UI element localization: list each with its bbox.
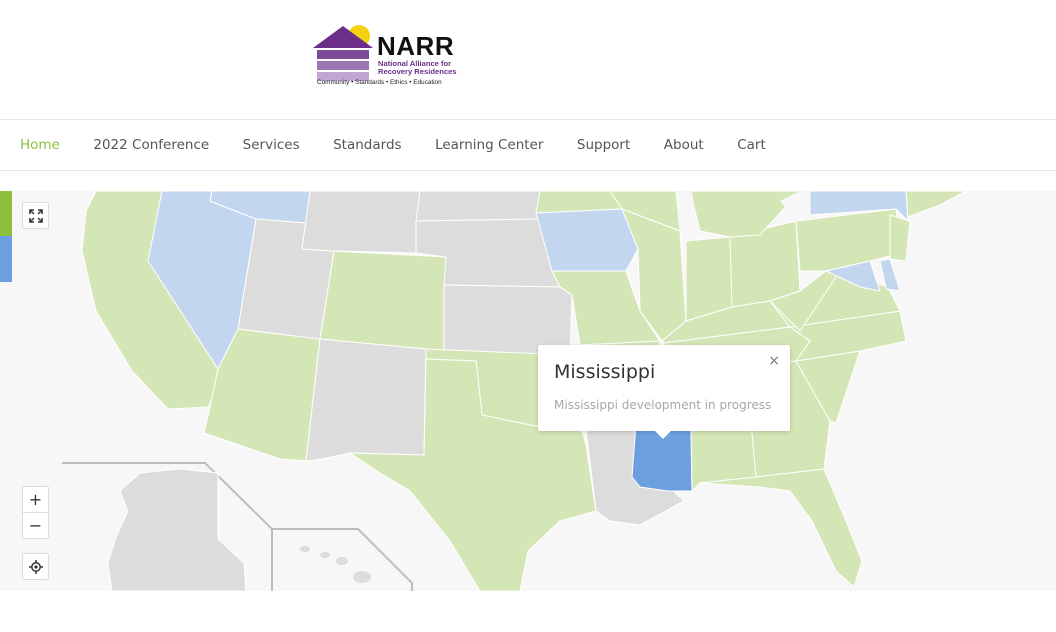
state-south-dakota[interactable] [415, 191, 541, 222]
logo-subtitle: National Alliance for Recovery Residence… [378, 59, 457, 76]
nav-item-home[interactable]: Home [20, 137, 60, 153]
nav-item-standards[interactable]: Standards [333, 137, 401, 153]
crosshair-icon [28, 559, 43, 574]
legend-tab-blue[interactable] [0, 236, 12, 282]
state-new-jersey[interactable] [889, 214, 911, 262]
nav-item-learning-center[interactable]: Learning Center [435, 137, 543, 153]
legend-tab-green[interactable] [0, 191, 12, 236]
map-svg[interactable] [0, 191, 1056, 591]
state-tooltip: Mississippi Mississippi development in p… [538, 345, 790, 439]
nav-item-support[interactable]: Support [577, 137, 630, 153]
expand-icon [28, 208, 43, 223]
state-wyoming[interactable] [301, 191, 421, 254]
logo-tagline: Community • Standards • Ethics • Educati… [317, 79, 442, 86]
main-nav: Home 2022 Conference Services Standards … [0, 119, 1056, 171]
tooltip-title: Mississippi [554, 361, 656, 383]
house-logo-icon [313, 25, 373, 81]
nav-item-cart[interactable]: Cart [737, 137, 766, 153]
nav-list: Home 2022 Conference Services Standards … [20, 120, 799, 170]
state-alaska[interactable] [107, 468, 247, 591]
state-new-england[interactable] [905, 191, 967, 218]
state-colorado[interactable] [319, 250, 447, 352]
state-new-mexico[interactable] [305, 338, 427, 462]
zoom-in-button[interactable]: + [22, 486, 49, 513]
state-indiana[interactable] [685, 236, 733, 322]
fullscreen-button[interactable] [22, 202, 49, 229]
state-florida[interactable] [699, 468, 863, 588]
logo-title: NARR [377, 31, 455, 61]
nav-item-conference[interactable]: 2022 Conference [93, 137, 209, 153]
center-map-button[interactable] [22, 553, 49, 580]
state-hawaii-1[interactable] [300, 546, 310, 552]
tooltip-text: Mississippi development in progress [554, 398, 772, 412]
nav-item-about[interactable]: About [664, 137, 704, 153]
us-states-map[interactable] [0, 191, 1056, 591]
close-icon[interactable]: × [768, 353, 780, 369]
state-hawaii-2[interactable] [320, 552, 330, 558]
nav-item-services[interactable]: Services [243, 137, 300, 153]
state-hawaii-4[interactable] [353, 571, 371, 583]
state-iowa[interactable] [535, 208, 639, 272]
state-hawaii-3[interactable] [336, 557, 348, 565]
narr-logo[interactable]: NARR National Alliance for Recovery Resi… [311, 22, 461, 88]
zoom-out-button[interactable]: − [22, 512, 49, 539]
site-header: NARR National Alliance for Recovery Resi… [0, 0, 1056, 119]
